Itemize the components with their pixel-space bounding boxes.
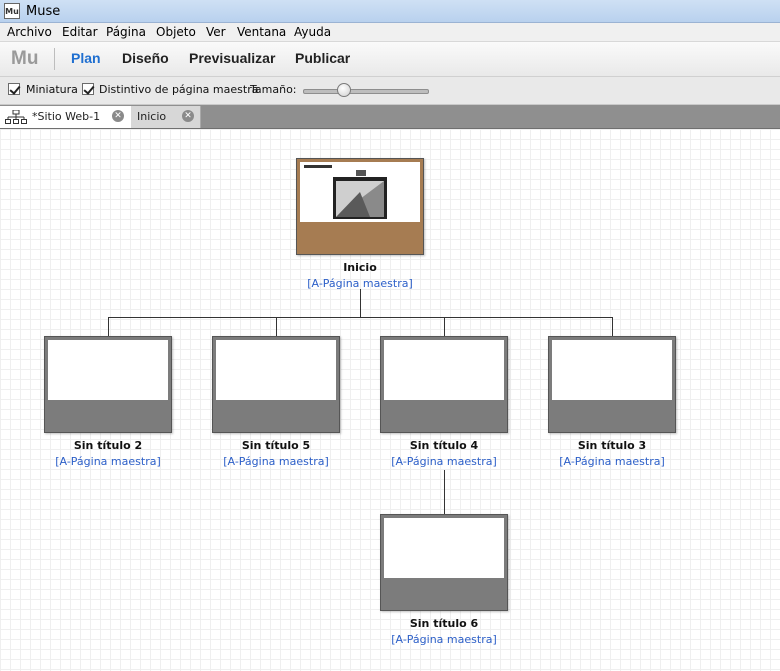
size-slider-track[interactable] <box>303 89 429 94</box>
mode-plan[interactable]: Plan <box>71 50 101 66</box>
connector-child-2 <box>108 317 109 336</box>
tab-inicio[interactable]: Inicio ✕ <box>131 106 201 128</box>
page-title: Sin título 6 <box>409 617 479 630</box>
tab-inicio-label: Inicio <box>137 110 167 123</box>
page-thumbnail[interactable] <box>548 336 676 433</box>
menu-ventana[interactable]: Ventana <box>237 25 286 39</box>
master-page-link[interactable]: [A-Página maestra] <box>364 633 524 646</box>
close-icon[interactable]: ✕ <box>112 110 124 122</box>
page-node-sin-titulo-5[interactable]: Sin título 5 [A-Página maestra] <box>196 336 356 476</box>
master-page-link[interactable]: [A-Página maestra] <box>280 277 440 290</box>
master-badge-checkbox[interactable] <box>82 83 94 95</box>
thumbnail-checkbox[interactable] <box>8 83 20 95</box>
connector-horizontal <box>108 317 613 318</box>
page-preview <box>48 340 168 400</box>
menu-archivo[interactable]: Archivo <box>7 25 52 39</box>
mode-bar: Mu Plan Diseño Previsualizar Publicar <box>0 42 780 77</box>
page-preview <box>384 518 504 578</box>
page-title: Sin título 3 <box>577 439 647 452</box>
menu-bar: Archivo Editar Página Objeto Ver Ventana… <box>0 23 780 42</box>
page-thumbnail[interactable] <box>212 336 340 433</box>
page-node-sin-titulo-4[interactable]: Sin título 4 [A-Página maestra] <box>364 336 524 476</box>
page-node-sin-titulo-3[interactable]: Sin título 3 [A-Página maestra] <box>532 336 692 476</box>
connector-child-5 <box>276 317 277 336</box>
document-tab-bar: *Sitio Web-1 ✕ Inicio ✕ <box>0 105 780 129</box>
mode-previsualizar[interactable]: Previsualizar <box>189 50 275 66</box>
page-node-sin-titulo-6[interactable]: Sin título 6 [A-Página maestra] <box>364 514 524 654</box>
page-thumbnail[interactable] <box>380 336 508 433</box>
master-page-link[interactable]: [A-Página maestra] <box>364 455 524 468</box>
page-title: Sin título 4 <box>409 439 479 452</box>
mode-diseno[interactable]: Diseño <box>122 50 169 66</box>
menu-pagina[interactable]: Página <box>106 25 146 39</box>
page-title: Sin título 5 <box>241 439 311 452</box>
app-icon: Mu <box>4 3 20 19</box>
size-slider-thumb[interactable] <box>337 83 351 97</box>
connector-grandchild <box>444 470 445 515</box>
master-page-link[interactable]: [A-Página maestra] <box>28 455 188 468</box>
page-preview <box>384 340 504 400</box>
muse-logo: Mu <box>11 48 39 69</box>
page-node-sin-titulo-2[interactable]: Sin título 2 [A-Página maestra] <box>28 336 188 476</box>
page-title: Inicio <box>343 261 377 274</box>
window-title: Muse <box>26 4 61 19</box>
connector-child-4 <box>444 317 445 336</box>
page-preview <box>552 340 672 400</box>
site-map-canvas: Inicio [A-Página maestra] Sin título 2 [… <box>0 129 780 671</box>
sitemap-icon <box>5 110 27 124</box>
page-node-inicio[interactable]: Inicio [A-Página maestra] <box>280 158 440 298</box>
connector-child-3 <box>612 317 613 336</box>
size-label: Tamaño: <box>250 83 297 96</box>
master-page-link[interactable]: [A-Página maestra] <box>196 455 356 468</box>
menu-ver[interactable]: Ver <box>206 25 226 39</box>
title-bar: Mu Muse <box>0 0 780 23</box>
page-thumbnail[interactable] <box>380 514 508 611</box>
tab-sitio-web[interactable]: *Sitio Web-1 ✕ <box>0 106 131 128</box>
page-preview <box>216 340 336 400</box>
master-page-link[interactable]: [A-Página maestra] <box>532 455 692 468</box>
page-thumbnail[interactable] <box>296 158 424 255</box>
mode-publicar[interactable]: Publicar <box>295 50 350 66</box>
thumbnail-label: Miniatura <box>26 83 78 96</box>
home-preview-image <box>304 165 387 219</box>
master-badge-label: Distintivo de página maestra <box>99 83 259 96</box>
menu-objeto[interactable]: Objeto <box>156 25 196 39</box>
page-thumbnail[interactable] <box>44 336 172 433</box>
page-title: Sin título 2 <box>73 439 143 452</box>
menu-editar[interactable]: Editar <box>62 25 98 39</box>
home-preview <box>300 162 420 222</box>
mode-separator <box>54 48 55 70</box>
menu-ayuda[interactable]: Ayuda <box>294 25 331 39</box>
tab-sitio-web-label: *Sitio Web-1 <box>32 110 101 123</box>
close-icon[interactable]: ✕ <box>182 110 194 122</box>
